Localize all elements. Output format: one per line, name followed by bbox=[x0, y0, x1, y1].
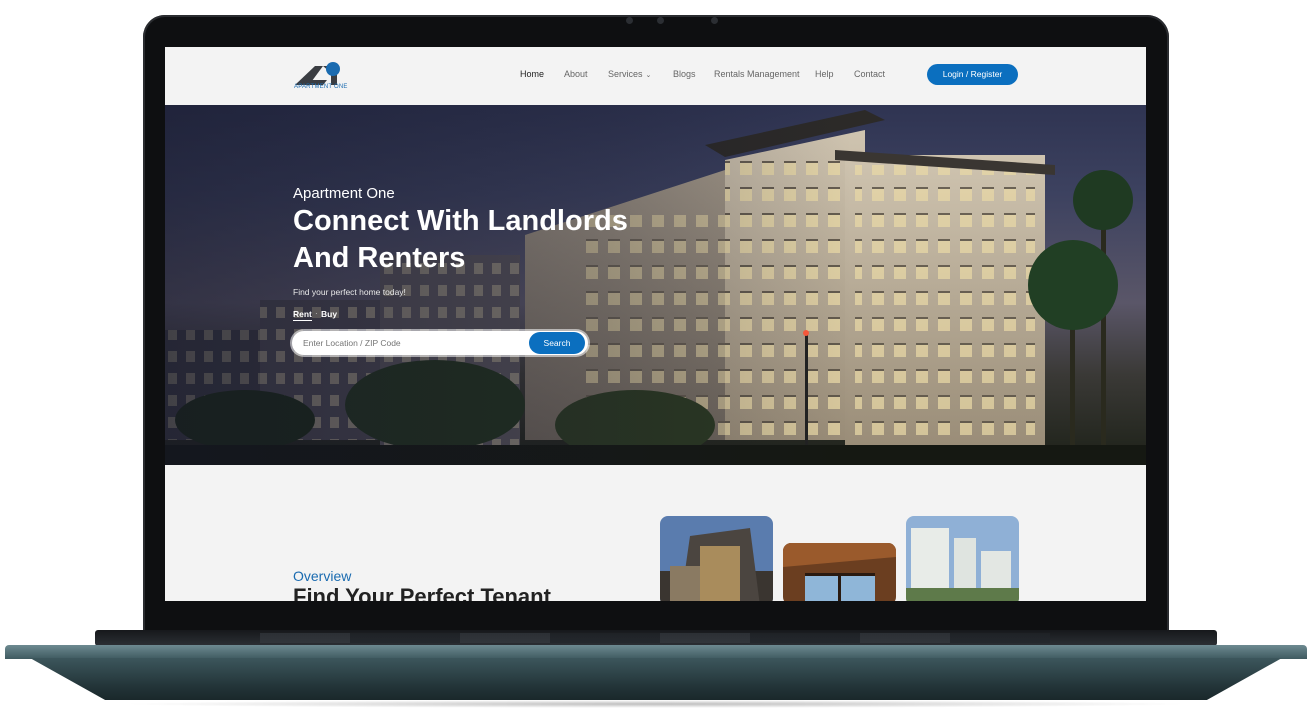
hero-banner: Apartment One Connect With Landlords And… bbox=[165, 105, 1146, 465]
hero-subtitle: Find your perfect home today! bbox=[293, 287, 406, 297]
browser-viewport: APARTMENT ONE Home About Services ⌄ Blogs… bbox=[165, 47, 1146, 601]
tab-separator-icon: · bbox=[315, 309, 318, 318]
screen-reflection bbox=[260, 633, 1050, 643]
tab-buy[interactable]: Buy bbox=[321, 309, 337, 319]
nav-services-label: Services bbox=[608, 69, 643, 79]
nav-services[interactable]: Services ⌄ bbox=[608, 69, 651, 79]
property-photo-2 bbox=[783, 543, 896, 601]
tab-rent[interactable]: Rent bbox=[293, 309, 312, 321]
location-search-input[interactable] bbox=[303, 336, 523, 350]
nav-contact[interactable]: Contact bbox=[854, 69, 885, 79]
nav-blogs[interactable]: Blogs bbox=[673, 69, 696, 79]
search-button[interactable]: Search bbox=[529, 332, 585, 354]
laptop-base bbox=[5, 645, 1307, 659]
hero-overlay bbox=[165, 105, 1146, 465]
login-register-button[interactable]: Login / Register bbox=[927, 64, 1018, 85]
chevron-down-icon: ⌄ bbox=[645, 72, 652, 79]
nav-rentals-management[interactable]: Rentals Management bbox=[714, 69, 800, 79]
hero-headline: Connect With Landlords And Renters bbox=[293, 205, 628, 274]
hero-eyebrow: Apartment One bbox=[293, 185, 395, 202]
property-photo-1 bbox=[660, 516, 773, 601]
building-photo-icon bbox=[660, 516, 773, 601]
laptop-base-body bbox=[30, 658, 1282, 700]
camera-lens bbox=[657, 17, 664, 24]
nav-home[interactable]: Home bbox=[520, 69, 544, 79]
nav-help[interactable]: Help bbox=[815, 69, 834, 79]
laptop-shadow bbox=[120, 700, 1192, 708]
camera-sensor bbox=[711, 17, 718, 24]
tower-photo-icon bbox=[906, 516, 1019, 601]
site-header: APARTMENT ONE Home About Services ⌄ Blogs… bbox=[165, 47, 1146, 105]
property-photo-3 bbox=[906, 516, 1019, 601]
camera-dot bbox=[626, 17, 633, 24]
overview-title: Find Your Perfect Tenant bbox=[293, 584, 551, 601]
nav-about[interactable]: About bbox=[564, 69, 588, 79]
interior-photo-icon bbox=[783, 543, 896, 601]
overview-label: Overview bbox=[293, 568, 352, 584]
brand-name: APARTMENT ONE bbox=[294, 84, 348, 90]
